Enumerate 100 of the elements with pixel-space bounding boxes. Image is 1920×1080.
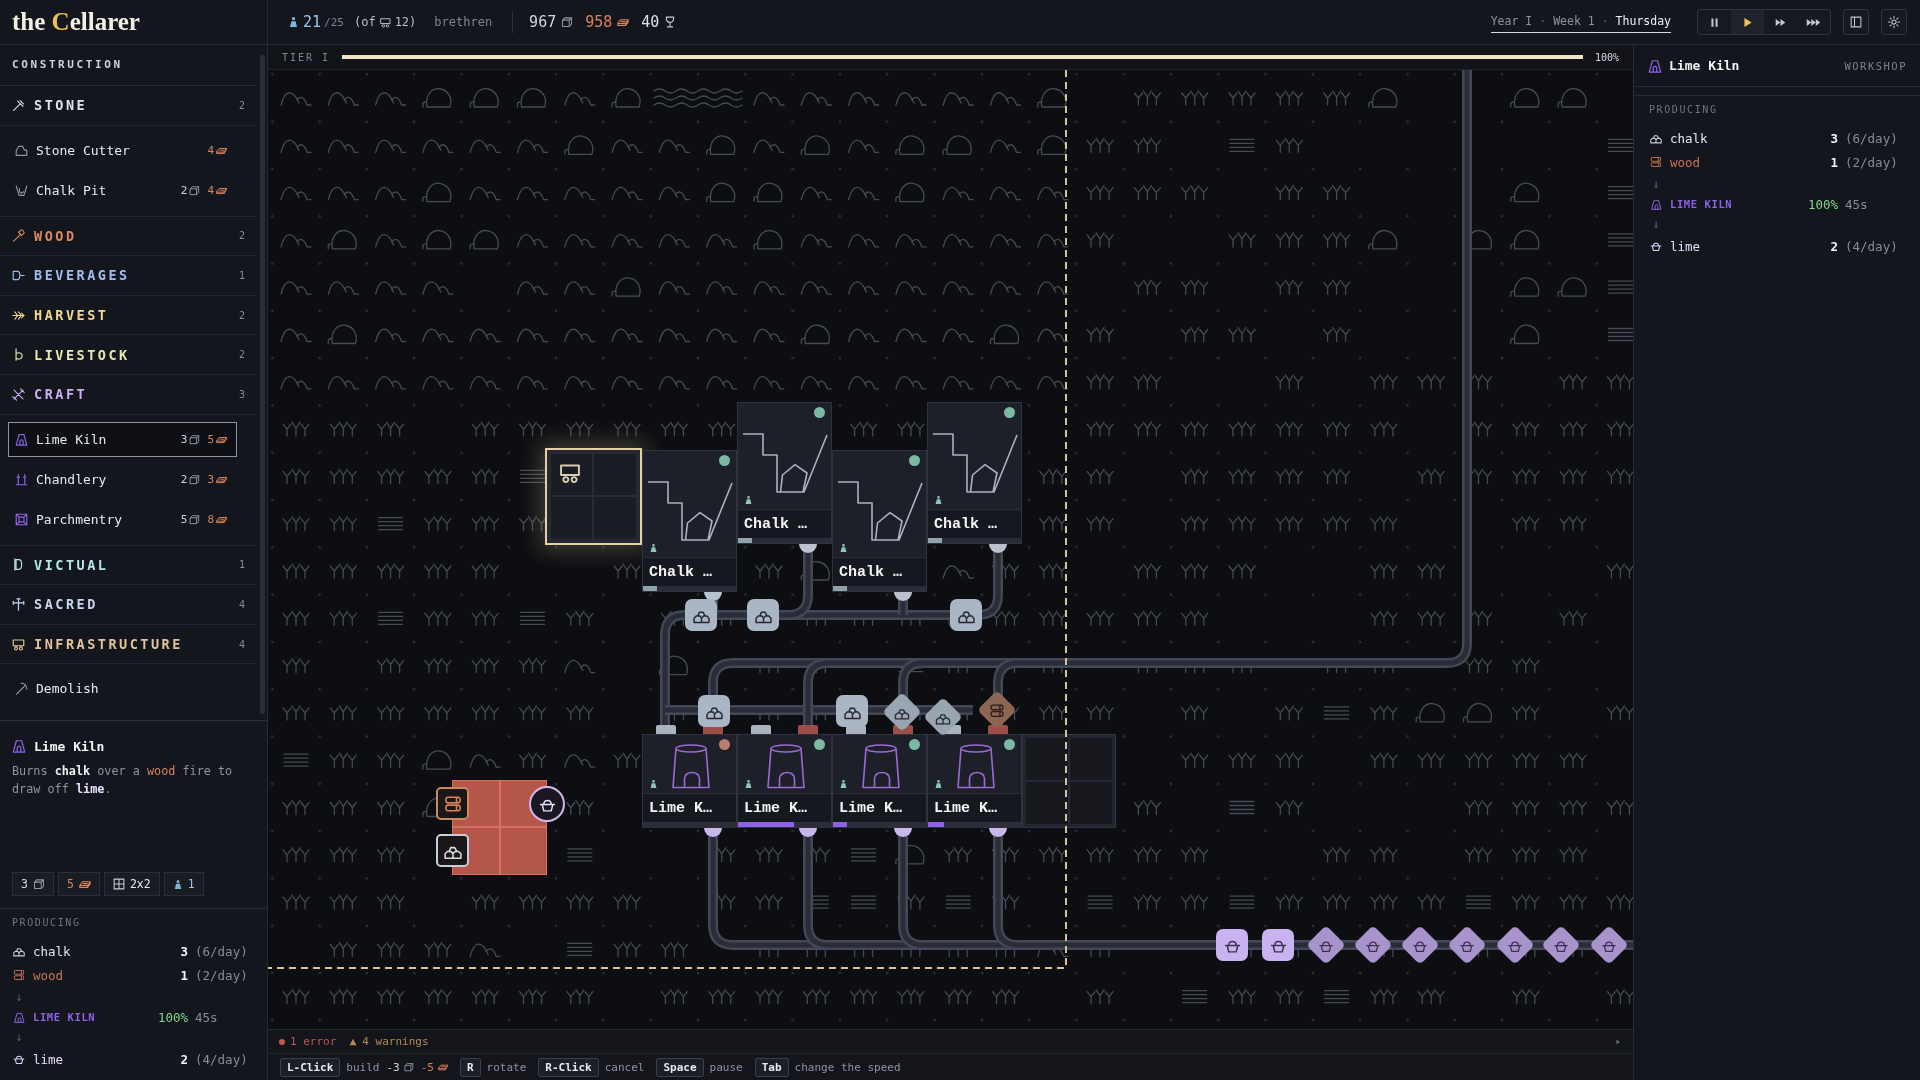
category-header[interactable]: INFRASTRUCTURE 4 bbox=[0, 624, 257, 665]
resource-rate: (6/day) bbox=[195, 943, 249, 959]
cube-icon bbox=[561, 16, 574, 28]
lime-kiln-building[interactable]: Lime K… bbox=[642, 734, 737, 828]
expand-icon[interactable] bbox=[1615, 1038, 1621, 1045]
category-header[interactable]: BEVERAGES 1 bbox=[0, 256, 257, 296]
category-header[interactable]: STONE 2 bbox=[0, 86, 257, 126]
category-header[interactable]: HARVEST 2 bbox=[0, 295, 257, 336]
category-header[interactable]: LIVESTOCK 2 bbox=[0, 335, 257, 375]
calendar-day: Thursday bbox=[1615, 14, 1671, 28]
process-name: LIME KILN bbox=[33, 1011, 97, 1023]
item-count: 2 bbox=[238, 230, 245, 242]
flow-arrow: ↓ bbox=[1652, 177, 1660, 191]
lime-kiln-building[interactable]: Lime K… bbox=[927, 734, 1022, 828]
cube-icon bbox=[189, 184, 201, 196]
flow-arrow: ↓ bbox=[15, 1030, 23, 1044]
plank-icon bbox=[617, 16, 630, 28]
output-port-icon bbox=[989, 544, 1007, 553]
settings-button[interactable] bbox=[1881, 9, 1907, 35]
building-type: WORKSHOP bbox=[1844, 59, 1907, 72]
resource-amount: 958 bbox=[585, 13, 613, 31]
chalk-item-icon bbox=[685, 599, 717, 631]
category-header[interactable]: CRAFT 3 bbox=[0, 374, 257, 415]
resource-amount: 40 bbox=[641, 13, 660, 31]
chalk-pit-building[interactable]: Chalk … bbox=[832, 450, 927, 592]
housing-text: (of bbox=[353, 15, 376, 29]
resource-amount: 3 bbox=[179, 943, 188, 959]
resource-name: chalk bbox=[33, 943, 72, 959]
output-port-icon bbox=[894, 828, 912, 837]
cost-amount: 2 bbox=[180, 183, 188, 197]
kiln-icon bbox=[1648, 58, 1662, 73]
build-menu-item[interactable]: Chalk Pit 2 4 bbox=[8, 172, 237, 208]
chalk-pit-building[interactable]: Chalk … bbox=[927, 402, 1022, 544]
population-label: brethren bbox=[434, 15, 493, 29]
kiln-icon bbox=[13, 1011, 25, 1023]
cart-icon bbox=[558, 462, 583, 485]
item-count: 1 bbox=[238, 559, 245, 571]
panel-title: Lime Kiln bbox=[1669, 58, 1740, 73]
item-count: 4 bbox=[238, 638, 245, 650]
person-icon bbox=[744, 494, 753, 506]
item-count: 4 bbox=[238, 598, 245, 610]
build-menu-item[interactable]: Parchmentry 5 8 bbox=[8, 501, 237, 537]
flow-arrow: ↓ bbox=[15, 990, 23, 1004]
build-menu-item[interactable]: Chandlery 2 3 bbox=[8, 461, 237, 497]
pot-icon bbox=[13, 1053, 25, 1065]
calendar-week: Week 1 bbox=[1553, 14, 1595, 28]
resource-name: lime bbox=[1670, 238, 1702, 254]
building-description: Burns chalk over a wood fire to draw off lime. bbox=[12, 763, 234, 798]
pause-icon bbox=[1709, 16, 1720, 28]
cart-depot[interactable] bbox=[545, 448, 642, 545]
speed-button[interactable] bbox=[1731, 10, 1764, 34]
building-label: Lime K… bbox=[928, 793, 1021, 822]
key-hint: R-Click bbox=[538, 1057, 599, 1077]
key-hint: L-Click bbox=[280, 1057, 341, 1077]
quarry-icon bbox=[647, 481, 733, 542]
category-header[interactable]: VICTUAL 1 bbox=[0, 545, 257, 586]
item-count: 3 bbox=[238, 388, 245, 400]
resource-name: wood bbox=[1670, 154, 1702, 170]
lime-item-icon bbox=[1262, 929, 1294, 961]
building-label: Lime K… bbox=[643, 793, 736, 822]
hint-action: change the speed bbox=[794, 1060, 901, 1074]
resource-name: wood bbox=[33, 967, 65, 983]
grid-icon bbox=[112, 878, 125, 890]
hint-action: build bbox=[346, 1060, 380, 1074]
input-port-icon bbox=[798, 725, 818, 734]
kiln-icon bbox=[862, 746, 900, 788]
person-icon bbox=[288, 15, 299, 29]
barrel-icon bbox=[12, 269, 25, 282]
settings-icon bbox=[1888, 16, 1900, 28]
item-count: 2 bbox=[238, 99, 245, 111]
build-menu-item[interactable]: Lime Kiln 3 5 bbox=[8, 421, 237, 457]
person-icon bbox=[649, 778, 658, 790]
hint-action: rotate bbox=[486, 1060, 527, 1074]
chip-value: 5 bbox=[66, 877, 74, 891]
chalk-pit-building[interactable]: Chalk … bbox=[737, 402, 832, 544]
resource-rate: (2/day) bbox=[195, 967, 249, 983]
category-header[interactable]: WOOD 2 bbox=[0, 216, 257, 257]
kiln-icon bbox=[672, 746, 710, 788]
cart-icon bbox=[379, 16, 391, 28]
panel-toggle-button[interactable] bbox=[1843, 9, 1869, 35]
building-label: Lime K… bbox=[833, 793, 926, 822]
building-label: Lime K… bbox=[738, 793, 831, 822]
frame-icon bbox=[15, 512, 28, 526]
cost-amount: 5 bbox=[207, 432, 214, 446]
chalk-pit-building[interactable]: Chalk … bbox=[642, 450, 737, 592]
build-menu-item[interactable]: Stone Cutter 4 bbox=[8, 132, 237, 168]
lime-kiln-building[interactable]: Lime K… bbox=[737, 734, 832, 828]
lime-kiln-building[interactable]: Lime K… bbox=[832, 734, 927, 828]
output-port-icon bbox=[704, 828, 722, 837]
kiln-icon bbox=[767, 746, 805, 788]
build-menu-item[interactable]: Demolish bbox=[8, 671, 237, 707]
building-label: Chalk … bbox=[928, 509, 1021, 538]
chalk-item-icon bbox=[698, 695, 730, 727]
person-icon bbox=[839, 542, 848, 554]
warning-count: 4 warnings bbox=[362, 1035, 429, 1048]
chip-value: 1 bbox=[187, 877, 195, 891]
plank-icon bbox=[78, 878, 91, 890]
cost-amount: -3 bbox=[386, 1060, 400, 1074]
scrollbar-thumb[interactable] bbox=[259, 55, 265, 714]
category-header[interactable]: SACRED 4 bbox=[0, 585, 257, 625]
